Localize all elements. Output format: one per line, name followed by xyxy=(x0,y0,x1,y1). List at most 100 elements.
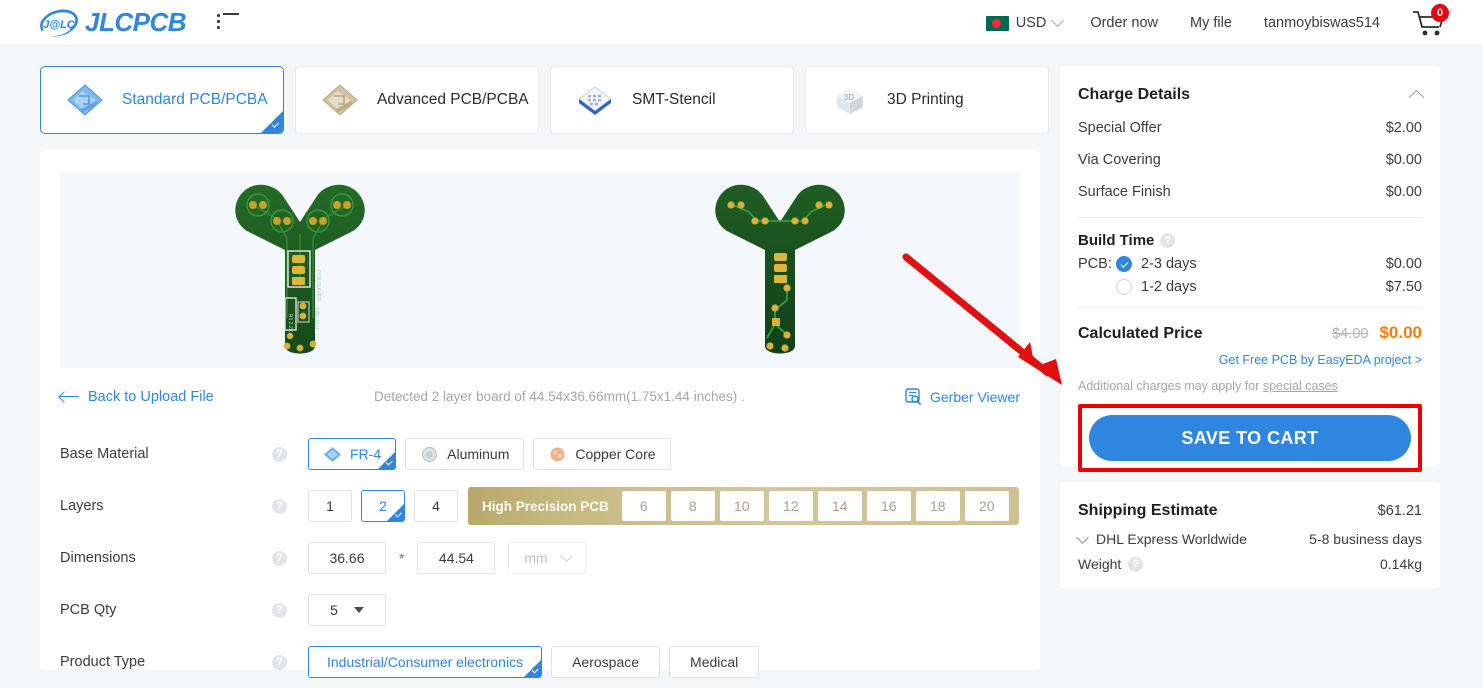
option-layer-18[interactable]: 18 xyxy=(915,491,960,521)
cart-count-badge: 0 xyxy=(1431,4,1449,22)
header-nav: USD Order now My file tanmoybiswas514 0 xyxy=(985,0,1483,46)
pcb-qty-select[interactable]: 5 xyxy=(308,594,386,626)
row-product-type: Product Type ? Industrial/Consumer elect… xyxy=(60,636,1020,688)
dimension-width-input[interactable] xyxy=(308,542,386,574)
tab-label: SMT-Stencil xyxy=(632,91,716,108)
unit-label: mm xyxy=(524,550,548,566)
selected-check-icon xyxy=(387,504,404,521)
svg-text:PAD-OUT: PAD-OUT xyxy=(313,308,319,330)
caret-down-icon xyxy=(353,607,364,613)
pcb-front-image: PCB-2LAYER PAD-OUT R1 2.2K xyxy=(235,184,365,353)
radio-2-3-days[interactable] xyxy=(1116,256,1132,272)
row-pcb-qty: PCB Qty ? 5 xyxy=(60,584,1020,636)
site-header: J@LC JLCPCB USD Order now My file tanmoy… xyxy=(0,0,1483,46)
chevron-up-icon[interactable] xyxy=(1408,89,1425,105)
option-layer-20[interactable]: 20 xyxy=(964,491,1009,521)
copper-core-material-icon xyxy=(550,447,565,461)
charge-value: $2.00 xyxy=(1385,120,1422,136)
chevron-down-icon xyxy=(1051,13,1065,27)
nav-order-now[interactable]: Order now xyxy=(1090,15,1158,31)
help-icon-layers[interactable]: ? xyxy=(272,498,287,514)
row-dimensions: Dimensions ? * mm xyxy=(60,532,1020,584)
help-icon-build-time[interactable]: ? xyxy=(1160,233,1176,248)
gerber-viewer-link[interactable]: Gerber Viewer xyxy=(905,388,1020,405)
option-medical[interactable]: Medical xyxy=(669,646,760,678)
tab-standard-pcb-pcba[interactable]: Standard PCB/PCBA xyxy=(40,66,284,134)
radio-1-2-days[interactable] xyxy=(1116,279,1132,295)
help-icon-pcb-qty[interactable]: ? xyxy=(272,602,287,618)
option-aerospace[interactable]: Aerospace xyxy=(551,646,661,678)
dimensions-label: Dimensions xyxy=(60,550,136,566)
dimension-unit-select[interactable]: mm xyxy=(508,542,587,574)
charge-details-title: Charge Details xyxy=(1078,86,1191,103)
standard-pcb-icon xyxy=(67,84,103,116)
option-layer-16[interactable]: 16 xyxy=(866,491,911,521)
shipping-price: $61.21 xyxy=(1377,503,1422,519)
hamburger-icon[interactable] xyxy=(217,13,239,31)
divider xyxy=(1078,217,1422,218)
build-option-1-2-days[interactable]: 1-2 days $7.50 xyxy=(1078,279,1422,295)
shipping-estimate-card: Shipping Estimate $61.21 DHL Express Wor… xyxy=(1060,482,1440,588)
cart-button[interactable]: 0 xyxy=(1412,4,1449,38)
easyeda-free-pcb-link[interactable]: Get Free PCB by EasyEDA project > xyxy=(1078,353,1422,367)
back-to-upload-label: Back to Upload File xyxy=(88,388,214,405)
dimension-separator: * xyxy=(399,550,405,566)
preview-toolbar: Back to Upload File Detected 2 layer boa… xyxy=(60,388,1020,405)
back-to-upload-link[interactable]: Back to Upload File xyxy=(60,389,214,405)
option-layer-12[interactable]: 12 xyxy=(768,491,813,521)
weight-label: Weight xyxy=(1078,556,1122,572)
dimension-height-input[interactable] xyxy=(417,542,496,574)
row-layers: Layers ? 1 2 4 High Precision PCB 6 8 10… xyxy=(60,480,1020,532)
svg-text:J@LC: J@LC xyxy=(43,19,76,31)
option-copper-core[interactable]: Copper Core xyxy=(533,438,671,470)
high-precision-pcb-group: High Precision PCB 6 8 10 12 14 16 18 20 xyxy=(468,487,1019,525)
currency-label: USD xyxy=(1015,15,1047,31)
shipping-carrier-row[interactable]: DHL Express Worldwide 5-8 business days xyxy=(1076,530,1422,547)
help-icon-weight[interactable]: ? xyxy=(1128,556,1144,572)
bangladesh-flag-icon xyxy=(985,15,1009,31)
logo-text: JLCPCB xyxy=(85,7,187,37)
option-layer-4[interactable]: 4 xyxy=(414,490,458,522)
help-icon-product-type[interactable]: ? xyxy=(272,654,287,670)
pcb-back-image xyxy=(715,184,845,353)
pcb-spec-form: Base Material ? FR-4 Aluminum Copper Cor… xyxy=(60,428,1020,688)
charge-label: Via Covering xyxy=(1078,152,1161,168)
build-option-price: $7.50 xyxy=(1385,279,1422,295)
weight-value: 0.14kg xyxy=(1379,556,1422,572)
special-cases-link[interactable]: special cases xyxy=(1263,379,1338,393)
selected-check-icon xyxy=(261,111,283,133)
charge-details-header: Charge Details xyxy=(1078,86,1425,105)
order-form-panel: PCB-2LAYER PAD-OUT R1 2.2K Back to Uploa… xyxy=(40,150,1040,678)
tab-label: Standard PCB/PCBA xyxy=(122,91,268,108)
save-to-cart-button[interactable]: SAVE TO CART xyxy=(1089,415,1411,461)
pcb-qty-label: PCB Qty xyxy=(60,602,117,618)
build-time-header: Build Time ? xyxy=(1078,232,1422,249)
currency-selector[interactable]: USD xyxy=(985,13,1065,31)
tab-advanced-pcb-pcba[interactable]: Advanced PCB/PCBA xyxy=(295,66,539,134)
shipping-weight-row: Weight ? 0.14kg xyxy=(1078,556,1422,572)
option-fr4[interactable]: FR-4 xyxy=(308,438,397,470)
build-option-2-3-days[interactable]: PCB: 2-3 days $0.00 xyxy=(1078,256,1422,272)
option-layer-10[interactable]: 10 xyxy=(719,491,764,521)
option-aluminum[interactable]: Aluminum xyxy=(405,438,525,470)
option-layer-2[interactable]: 2 xyxy=(361,490,405,522)
option-industrial-consumer[interactable]: Industrial/Consumer electronics xyxy=(308,646,543,678)
row-base-material: Base Material ? FR-4 Aluminum Copper Cor… xyxy=(60,428,1020,480)
option-layer-14[interactable]: 14 xyxy=(817,491,862,521)
nav-my-file[interactable]: My file xyxy=(1190,15,1232,31)
tab-3d-printing[interactable]: 3D 3D Printing xyxy=(805,66,1049,134)
smt-stencil-icon xyxy=(578,86,612,115)
option-label: Aerospace xyxy=(572,654,640,670)
gerber-viewer-icon xyxy=(905,388,921,405)
build-option-label: 2-3 days xyxy=(1141,256,1197,272)
help-icon-base-material[interactable]: ? xyxy=(272,446,287,462)
option-layer-1[interactable]: 1 xyxy=(308,490,352,522)
help-icon-dimensions[interactable]: ? xyxy=(272,550,287,566)
option-layer-8[interactable]: 8 xyxy=(670,491,715,521)
logo[interactable]: J@LC JLCPCB xyxy=(40,7,187,38)
nav-account[interactable]: tanmoybiswas514 xyxy=(1264,15,1380,31)
high-precision-label: High Precision PCB xyxy=(482,498,609,514)
option-layer-6[interactable]: 6 xyxy=(621,491,666,521)
tab-smt-stencil[interactable]: SMT-Stencil xyxy=(550,66,794,134)
shipping-eta: 5-8 business days xyxy=(1309,531,1422,547)
